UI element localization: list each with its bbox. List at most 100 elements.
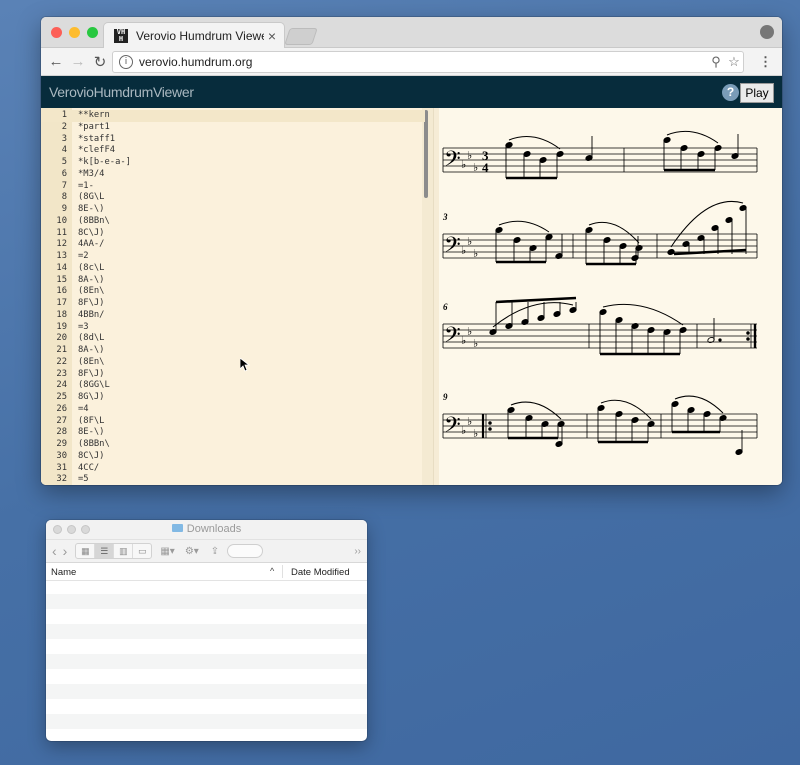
url-text[interactable]: verovio.humdrum.org — [139, 55, 707, 69]
code-text[interactable]: (8F\L — [78, 416, 104, 428]
code-text[interactable]: 8A-\) — [78, 275, 104, 287]
code-text[interactable]: 4BBn/ — [78, 310, 104, 322]
code-text[interactable]: =3 — [78, 322, 89, 334]
code-text[interactable]: =1- — [78, 181, 94, 193]
gallery-view-icon[interactable]: ▭ — [133, 544, 151, 558]
icon-view-icon[interactable]: ▦ — [76, 544, 96, 558]
editor-line[interactable]: 22 (8En\ — [41, 357, 425, 369]
column-view-icon[interactable]: ▥ — [114, 544, 134, 558]
code-text[interactable]: 8F\J) — [78, 369, 104, 381]
code-text[interactable]: (8En\ — [78, 357, 104, 369]
editor-line[interactable]: 3 *staff1 — [41, 134, 425, 146]
forward-arrow-icon[interactable]: → — [67, 53, 89, 70]
browser-tab[interactable]: VH H Verovio Humdrum Viewer × — [103, 22, 285, 48]
editor-line[interactable]: 19 =3 — [41, 322, 425, 334]
site-info-icon[interactable]: i — [119, 55, 133, 69]
editor-line[interactable]: 10 (8BBn\ — [41, 216, 425, 228]
code-text[interactable]: 8E-\) — [78, 204, 104, 216]
editor-line[interactable]: 11 8C\J) — [41, 228, 425, 240]
editor-line[interactable]: 18 4BBn/ — [41, 310, 425, 322]
code-text[interactable]: 4AA-/ — [78, 239, 104, 251]
humdrum-editor[interactable]: 1 **kern 2 *part1 3 *staff1 4 *clefF4 5 *k[b-e-a-… — [41, 108, 433, 485]
finder-forward-icon[interactable]: › — [63, 543, 68, 559]
minimize-window-button[interactable] — [69, 27, 80, 38]
tags-button[interactable] — [227, 544, 264, 558]
editor-line[interactable]: 28 8E-\) — [41, 427, 425, 439]
bookmark-star-icon[interactable]: ☆ — [725, 54, 743, 70]
editor-line[interactable]: 5 *k[b-e-a-] — [41, 157, 425, 169]
code-text[interactable]: (8BBn\ — [78, 439, 110, 451]
editor-line[interactable]: 31 4CC/ — [41, 463, 425, 475]
editor-line[interactable]: 4 *clefF4 — [41, 145, 425, 157]
name-column-header[interactable]: Name — [51, 567, 76, 578]
code-text[interactable]: (8G\L — [78, 192, 104, 204]
help-button[interactable]: ? — [722, 84, 739, 101]
editor-line[interactable]: 7 =1- — [41, 181, 425, 193]
editor-line[interactable]: 14 (8c\L — [41, 263, 425, 275]
finder-file-list[interactable] — [46, 579, 367, 741]
editor-line[interactable]: 1 **kern — [41, 110, 425, 122]
code-text[interactable]: (8En\ — [78, 286, 104, 298]
editor-line[interactable]: 21 8A-\) — [41, 345, 425, 357]
editor-line[interactable]: 24 (8GG\L — [41, 380, 425, 392]
code-text[interactable]: 8C\J) — [78, 228, 104, 240]
editor-line[interactable]: 2 *part1 — [41, 122, 425, 134]
code-text[interactable]: 8F\J) — [78, 298, 104, 310]
editor-line[interactable]: 23 8F\J) — [41, 369, 425, 381]
code-text[interactable]: =4 — [78, 404, 89, 416]
code-text[interactable]: *staff1 — [78, 134, 115, 146]
code-text[interactable]: 8A-\) — [78, 345, 104, 357]
code-text[interactable]: **kern — [78, 110, 110, 122]
code-text[interactable]: *part1 — [78, 122, 110, 134]
editor-line[interactable]: 16 (8En\ — [41, 286, 425, 298]
new-tab-button[interactable] — [284, 28, 318, 45]
editor-line[interactable]: 25 8G\J) — [41, 392, 425, 404]
code-text[interactable]: 8E-\) — [78, 427, 104, 439]
toolbar-overflow-icon[interactable]: ›› — [354, 546, 361, 557]
list-view-icon[interactable]: ☰ — [95, 544, 115, 558]
code-text[interactable]: (8BBn\ — [78, 216, 110, 228]
code-text[interactable]: *k[b-e-a-] — [78, 157, 131, 169]
sort-ascending-icon[interactable]: ^ — [270, 566, 274, 576]
music-notation-panel[interactable]: 𝄢 𝄢 𝄢 𝄢 ♭ ♭ ♭ ♭ ♭ ♭ ♭ ♭ ♭ ♭ ♭ ♭ 3 4 3 6 9 — [439, 108, 782, 485]
code-text[interactable]: *M3/4 — [78, 169, 104, 181]
reload-icon[interactable]: ↻ — [89, 53, 111, 71]
editor-line[interactable]: 9 8E-\) — [41, 204, 425, 216]
group-by-icon[interactable]: ▦▾ — [160, 546, 174, 557]
browser-menu-icon[interactable]: ⋮ — [759, 54, 772, 70]
code-text[interactable]: =5 — [78, 474, 89, 485]
back-arrow-icon[interactable]: ← — [45, 53, 67, 70]
zoom-window-button[interactable] — [87, 27, 98, 38]
zoom-icon[interactable]: ⚲ — [707, 54, 725, 70]
editor-line[interactable]: 17 8F\J) — [41, 298, 425, 310]
editor-line[interactable]: 8 (8G\L — [41, 192, 425, 204]
code-text[interactable]: 4CC/ — [78, 463, 99, 475]
close-window-button[interactable] — [51, 27, 62, 38]
code-text[interactable]: (8c\L — [78, 263, 104, 275]
editor-line[interactable]: 26 =4 — [41, 404, 425, 416]
editor-line[interactable]: 30 8C\J) — [41, 451, 425, 463]
date-modified-column-header[interactable]: Date Modified — [291, 567, 350, 578]
address-bar[interactable]: i verovio.humdrum.org ⚲ ☆ — [112, 51, 744, 73]
editor-line[interactable]: 15 8A-\) — [41, 275, 425, 287]
play-button[interactable]: Play — [740, 83, 774, 103]
code-text[interactable]: (8d\L — [78, 333, 104, 345]
finder-back-icon[interactable]: ‹ — [52, 543, 57, 559]
code-text[interactable]: (8GG\L — [78, 380, 110, 392]
editor-line[interactable]: 27 (8F\L — [41, 416, 425, 428]
code-text[interactable]: 8G\J) — [78, 392, 104, 404]
code-text[interactable]: *clefF4 — [78, 145, 115, 157]
editor-line[interactable]: 6 *M3/4 — [41, 169, 425, 181]
code-text[interactable]: =2 — [78, 251, 89, 263]
tab-close-icon[interactable]: × — [264, 28, 280, 44]
share-icon[interactable]: ⇪ — [211, 546, 219, 557]
action-gear-icon[interactable]: ⚙▾ — [185, 546, 199, 557]
editor-line[interactable]: 12 4AA-/ — [41, 239, 425, 251]
code-text[interactable]: 8C\J) — [78, 451, 104, 463]
editor-line[interactable]: 13 =2 — [41, 251, 425, 263]
profile-icon[interactable] — [760, 25, 774, 39]
editor-line[interactable]: 20 (8d\L — [41, 333, 425, 345]
column-separator[interactable] — [282, 565, 283, 578]
editor-line[interactable]: 32 =5 — [41, 474, 425, 485]
editor-line[interactable]: 29 (8BBn\ — [41, 439, 425, 451]
